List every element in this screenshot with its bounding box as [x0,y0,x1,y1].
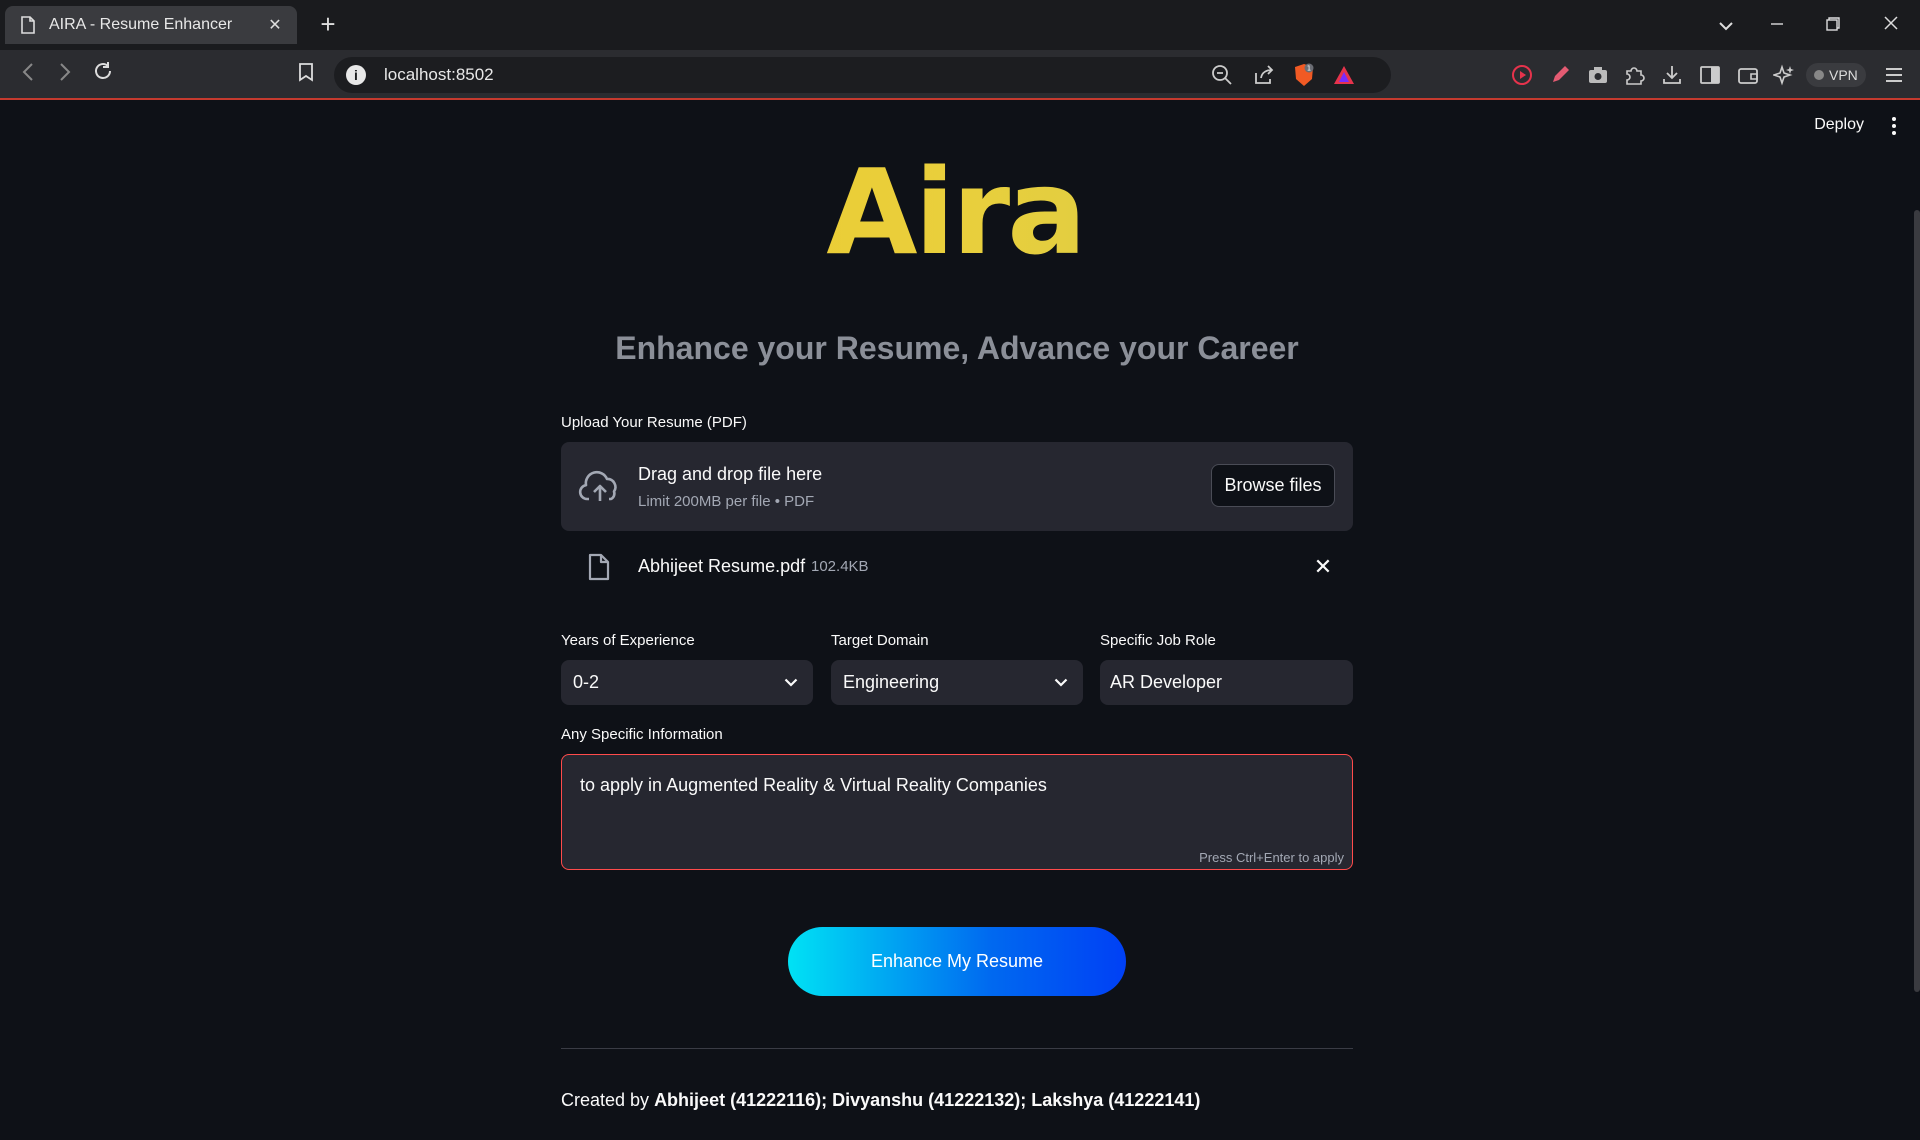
app-logo: Aira [0,142,1910,282]
vpn-status-icon [1814,70,1824,80]
experience-label: Years of Experience [561,632,695,649]
site-info-icon[interactable]: i [346,65,366,85]
browser-tabstrip: AIRA - Resume Enhancer ✕ + [0,0,1920,50]
brave-shield-icon[interactable]: 1 [1292,63,1316,87]
svg-text:1: 1 [1307,65,1311,73]
main-menu-icon[interactable] [1888,114,1900,138]
share-icon[interactable] [1252,63,1276,87]
chevron-down-icon [1051,673,1071,693]
minimize-icon[interactable] [1762,10,1792,40]
footer-authors: Abhijeet (41222116); Divyanshu (41222132… [654,1090,1201,1110]
url-text: localhost:8502 [384,65,494,84]
page-icon [21,16,37,35]
bookmark-icon[interactable] [291,60,321,90]
specific-info-value: to apply in Augmented Reality & Virtual … [580,775,1047,795]
wallet-icon[interactable] [1736,63,1760,87]
extensions-icon[interactable] [1622,63,1646,87]
reload-icon[interactable] [88,60,118,90]
tab-title: AIRA - Resume Enhancer [49,16,233,33]
footer-prefix: Created by [561,1090,655,1110]
cloud-upload-icon [578,470,617,501]
sidebar-icon[interactable] [1698,63,1722,87]
file-size: 102.4KB [811,558,869,575]
restore-icon[interactable] [1818,10,1848,40]
upload-label: Upload Your Resume (PDF) [561,414,747,431]
vpn-button[interactable]: VPN [1806,63,1866,87]
enhance-resume-button[interactable]: Enhance My Resume [788,927,1126,996]
textarea-hint: Press Ctrl+Enter to apply [1199,850,1344,865]
role-label: Specific Job Role [1100,632,1216,649]
info-label: Any Specific Information [561,726,723,743]
chevron-down-icon [781,673,801,693]
dropzone-title: Drag and drop file here [638,464,823,484]
zoom-icon[interactable] [1210,63,1234,87]
browser-tab[interactable]: AIRA - Resume Enhancer ✕ [5,6,297,44]
footer-credits: Created by Abhijeet (41222116); Divyansh… [561,1090,1200,1111]
new-tab-icon[interactable]: + [313,10,343,40]
tab-close-icon[interactable]: ✕ [265,15,285,35]
forward-icon[interactable] [50,60,80,90]
domain-label: Target Domain [831,632,929,649]
browse-files-button[interactable]: Browse files [1211,464,1335,507]
domain-select[interactable]: Engineering [831,660,1083,705]
job-role-input[interactable]: AR Developer [1100,660,1353,705]
record-icon[interactable] [1510,63,1534,87]
domain-value: Engineering [843,672,940,692]
browser-toolbar: i localhost:8502 1 VPN [0,50,1920,100]
close-window-icon[interactable] [1876,10,1906,40]
uploaded-file: Abhijeet Resume.pdf 102.4KB ✕ [561,547,1353,587]
tab-list-chevron-icon[interactable] [1711,10,1741,40]
pen-icon[interactable] [1548,63,1572,87]
specific-info-textarea[interactable]: to apply in Augmented Reality & Virtual … [561,754,1353,870]
deploy-button[interactable]: Deploy [1814,116,1864,134]
file-dropzone[interactable]: Drag and drop file here Limit 200MB per … [561,442,1353,531]
file-icon [588,553,610,581]
leo-ai-icon[interactable] [1772,63,1796,87]
camera-icon[interactable] [1586,63,1610,87]
experience-value: 0-2 [573,672,600,692]
dropzone-limit: Limit 200MB per file • PDF [638,493,815,510]
address-bar[interactable]: i localhost:8502 1 [334,57,1391,93]
page-scrollbar[interactable] [1914,210,1920,992]
brave-rewards-icon[interactable] [1332,63,1356,87]
app-page: Deploy Aira Enhance your Resume, Advance… [0,102,1920,1140]
footer-divider [561,1048,1353,1049]
menu-icon[interactable] [1882,63,1906,87]
app-tagline: Enhance your Resume, Advance your Career [615,330,1299,366]
back-icon[interactable] [13,60,43,90]
experience-select[interactable]: 0-2 [561,660,813,705]
file-name: Abhijeet Resume.pdf [638,556,806,576]
remove-file-icon[interactable]: ✕ [1311,555,1335,579]
download-icon[interactable] [1660,63,1684,87]
vpn-label: VPN [1829,67,1858,83]
